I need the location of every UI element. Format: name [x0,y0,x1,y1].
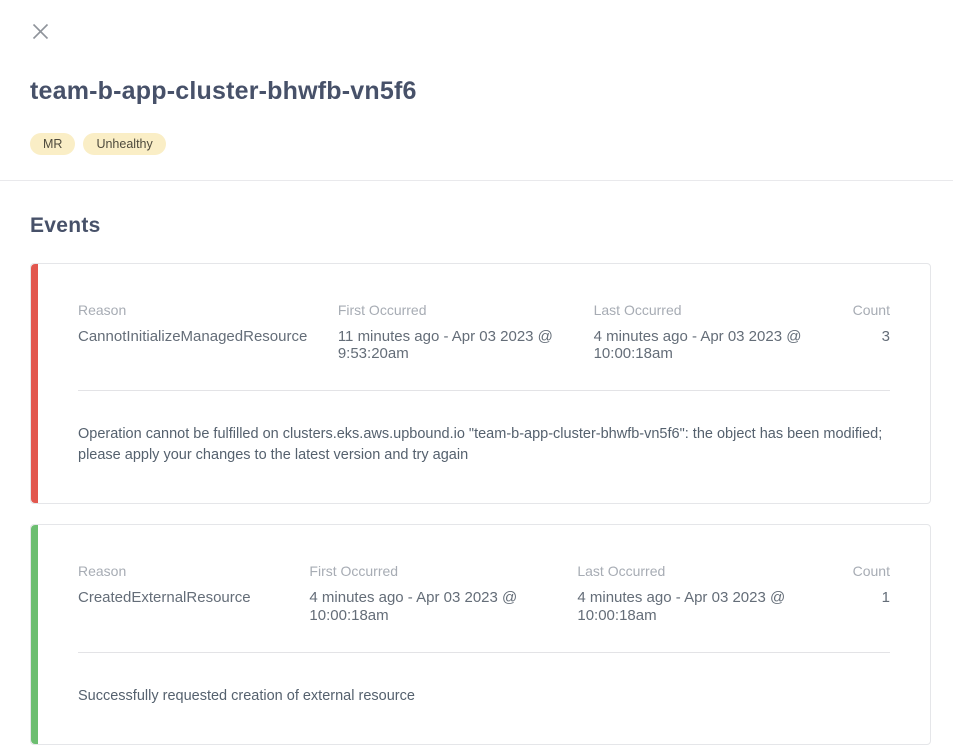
event-first-occurred: 4 minutes ago - Apr 03 2023 @ 10:00:18am [309,589,577,624]
event-last-occurred: 4 minutes ago - Apr 03 2023 @ 10:00:18am [577,589,841,624]
health-status-badge: Unhealthy [83,133,165,156]
status-bar-success [31,525,38,744]
events-section: Events Reason First Occurred Last Occurr… [0,181,953,745]
column-header-last-occurred: Last Occurred [577,563,841,580]
event-message: Operation cannot be fulfilled on cluster… [78,424,890,465]
event-card-error: Reason First Occurred Last Occurred Coun… [30,263,931,504]
status-bar-error [31,264,38,503]
event-last-occurred: 4 minutes ago - Apr 03 2023 @ 10:00:18am [594,328,842,363]
column-header-first-occurred: First Occurred [309,563,577,580]
event-reason: CreatedExternalResource [78,589,309,624]
column-header-last-occurred: Last Occurred [594,302,842,319]
close-button[interactable] [30,21,50,41]
column-header-reason: Reason [78,302,338,319]
column-header-first-occurred: First Occurred [338,302,594,319]
event-count: 3 [841,328,890,363]
column-header-reason: Reason [78,563,309,580]
column-header-count: Count [841,563,890,580]
kind-badge: MR [30,133,75,156]
event-message: Successfully requested creation of exter… [78,686,890,707]
detail-panel-header: team-b-app-cluster-bhwfb-vn5f6 MR Unheal… [0,0,953,155]
event-card-success: Reason First Occurred Last Occurred Coun… [30,524,931,745]
close-icon [32,23,49,40]
card-divider [78,652,890,653]
event-reason: CannotInitializeManagedResource [78,328,338,363]
event-table: Reason First Occurred Last Occurred Coun… [78,302,890,363]
page-title: team-b-app-cluster-bhwfb-vn5f6 [30,77,923,106]
card-divider [78,390,890,391]
event-table: Reason First Occurred Last Occurred Coun… [78,563,890,624]
badge-row: MR Unhealthy [30,133,923,156]
column-header-count: Count [841,302,890,319]
event-first-occurred: 11 minutes ago - Apr 03 2023 @ 9:53:20am [338,328,594,363]
events-heading: Events [30,214,931,238]
event-count: 1 [841,589,890,624]
